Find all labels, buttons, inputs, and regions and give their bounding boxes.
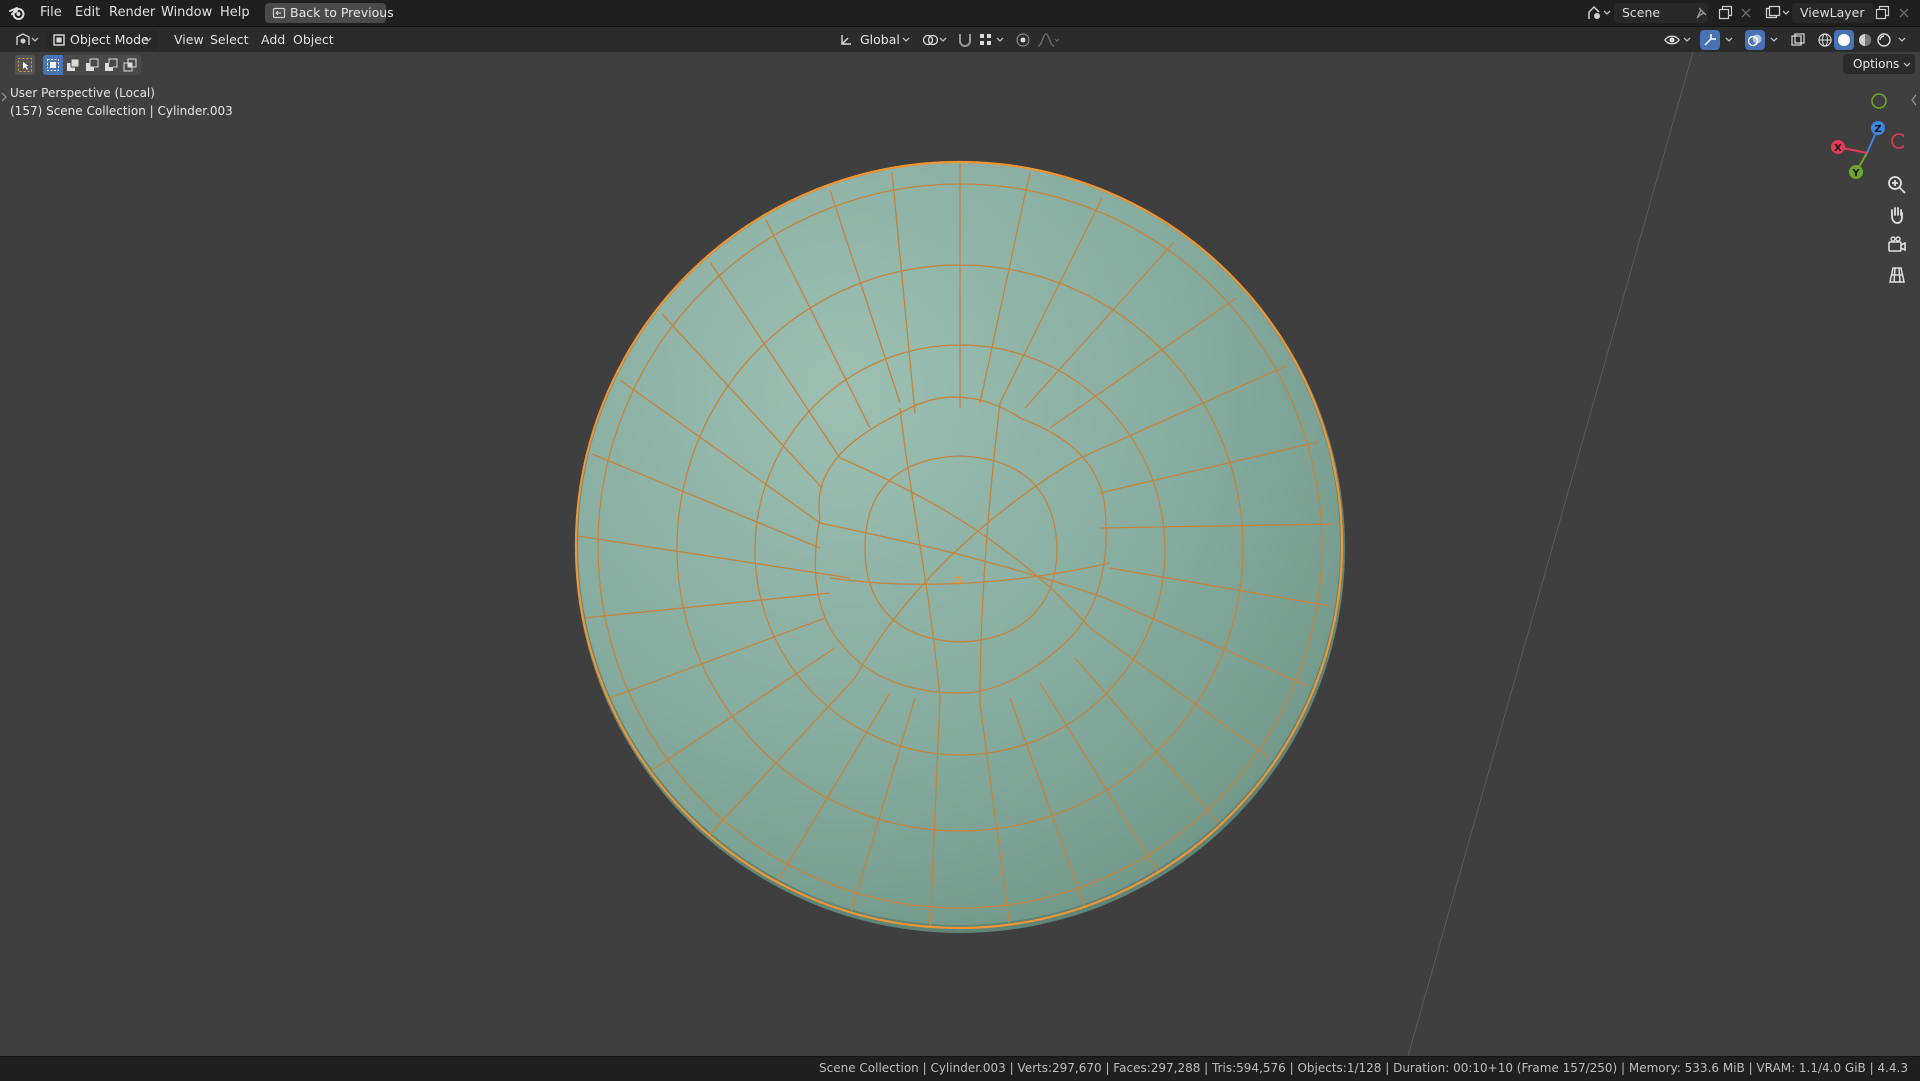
overlay-toggle[interactable] [1745,30,1765,50]
chevron-down-icon [1903,62,1911,67]
menu-file[interactable]: File [34,0,68,26]
back-to-previous-label: Back to Previous [290,5,394,20]
object-mode-label: Object Mode [70,32,149,47]
view-layer-field[interactable]: ViewLayer [1792,3,1874,23]
solid-shading-toggle[interactable] [1834,30,1854,50]
camera-icon[interactable] [1885,233,1909,257]
chevron-down-icon [1782,10,1790,15]
gizmo-pos-y[interactable] [1871,93,1887,109]
toolbar-expand-icon[interactable] [1,92,7,102]
gizmo-icon [1704,34,1716,46]
material-shading-icon[interactable] [1856,31,1874,49]
select-subtract-icon [86,58,99,71]
select-box-icon [18,58,32,72]
top-bar: File Edit Render Window Help Back to Pre… [0,0,1920,27]
menu-help[interactable]: Help [214,0,256,26]
select-difference-icon [105,58,118,71]
menu-add[interactable]: Add [255,27,291,52]
menu-object[interactable]: Object [287,27,340,52]
view-layer-name: ViewLayer [1800,5,1865,20]
overlay-icon [1747,34,1762,47]
view-name: User Perspective (Local) [10,86,155,100]
solid-shading-icon [1838,34,1850,46]
options-dropdown[interactable]: Options [1843,54,1915,74]
chevron-down-icon [902,37,910,42]
chevron-down-icon [1725,37,1733,42]
gizmo-x-label: X [1834,143,1842,154]
zoom-icon[interactable] [1885,173,1909,197]
scene-name: Scene [1622,5,1661,20]
new-scene-icon[interactable] [1717,5,1733,21]
select-intersect-icon [123,58,137,72]
3d-viewport[interactable]: Options User Perspective (Local) (157) S… [0,52,1920,1056]
object-mode-dropdown[interactable]: Object Mode [47,30,157,50]
sidebar-expand-icon[interactable] [1910,94,1918,106]
wireframe-shading-icon[interactable] [1816,31,1834,49]
cylinder-object[interactable] [570,158,1350,938]
visibility-icon[interactable] [1663,31,1681,49]
rendered-shading-icon[interactable] [1875,31,1893,49]
orientation-label: Global [860,32,900,47]
select-new-icon [47,59,59,71]
proportional-icon[interactable] [1014,31,1032,49]
gizmo-toggle[interactable] [1700,30,1720,50]
status-stats: Scene Collection | Cylinder.003 | Verts:… [819,1061,1908,1075]
chevron-down-icon [939,37,947,42]
select-mode-subtract[interactable] [82,55,101,75]
grid-icon[interactable] [1885,263,1909,287]
editor-type-icon[interactable] [14,31,32,49]
back-icon [272,7,286,19]
transform-orientation-dropdown[interactable]: Global [836,30,914,50]
select-mode-intersect[interactable] [120,55,141,75]
chevron-down-icon [1898,37,1906,42]
chevron-down-icon [1683,37,1691,42]
viewport-header: Object Mode View Select Add Object Globa… [0,27,1920,52]
gizmo-neg-x[interactable] [1891,133,1904,149]
new-view-layer-icon[interactable] [1874,5,1890,21]
pivot-icon[interactable] [921,31,939,49]
gizmo-z-label: Z [1874,124,1881,135]
hand-pan-icon[interactable] [1885,203,1909,227]
view-layer-icon[interactable] [1764,4,1782,22]
chevron-down-icon [1770,37,1778,42]
chevron-down-icon [1603,10,1611,15]
snap-increment-icon[interactable] [977,31,995,49]
object-mode-icon [53,34,65,46]
orientation-icon [841,35,851,45]
options-label: Options [1853,57,1900,71]
select-extend-icon [67,58,80,71]
collection-info: (157) Scene Collection | Cylinder.003 [10,104,233,118]
scene-icon[interactable] [1586,4,1604,22]
snap-icon[interactable] [956,31,974,49]
pin-icon[interactable] [1694,6,1708,20]
close-icon[interactable] [1898,7,1910,19]
menu-select[interactable]: Select [204,27,255,52]
chevron-down-icon [31,37,39,42]
close-icon[interactable] [1740,7,1752,19]
xray-icon[interactable] [1789,31,1807,49]
status-bar: Scene Collection | Cylinder.003 | Verts:… [0,1056,1920,1081]
select-mode-difference[interactable] [101,55,120,75]
select-mode-extend[interactable] [63,55,82,75]
gizmo-y-label: Y [1851,168,1860,179]
chevron-down-icon [996,37,1004,42]
select-tool-button[interactable] [15,55,35,75]
blender-logo-icon[interactable] [9,5,25,21]
select-mode-group [43,55,141,75]
falloff-icon[interactable] [1036,31,1060,49]
chevron-down-icon [144,37,152,42]
select-mode-new[interactable] [43,55,63,75]
menu-edit[interactable]: Edit [69,0,106,26]
back-to-previous-button[interactable]: Back to Previous [265,3,394,23]
background-guide-line [1407,52,1694,1056]
menu-render[interactable]: Render [103,0,161,26]
menu-window[interactable]: Window [155,0,218,26]
